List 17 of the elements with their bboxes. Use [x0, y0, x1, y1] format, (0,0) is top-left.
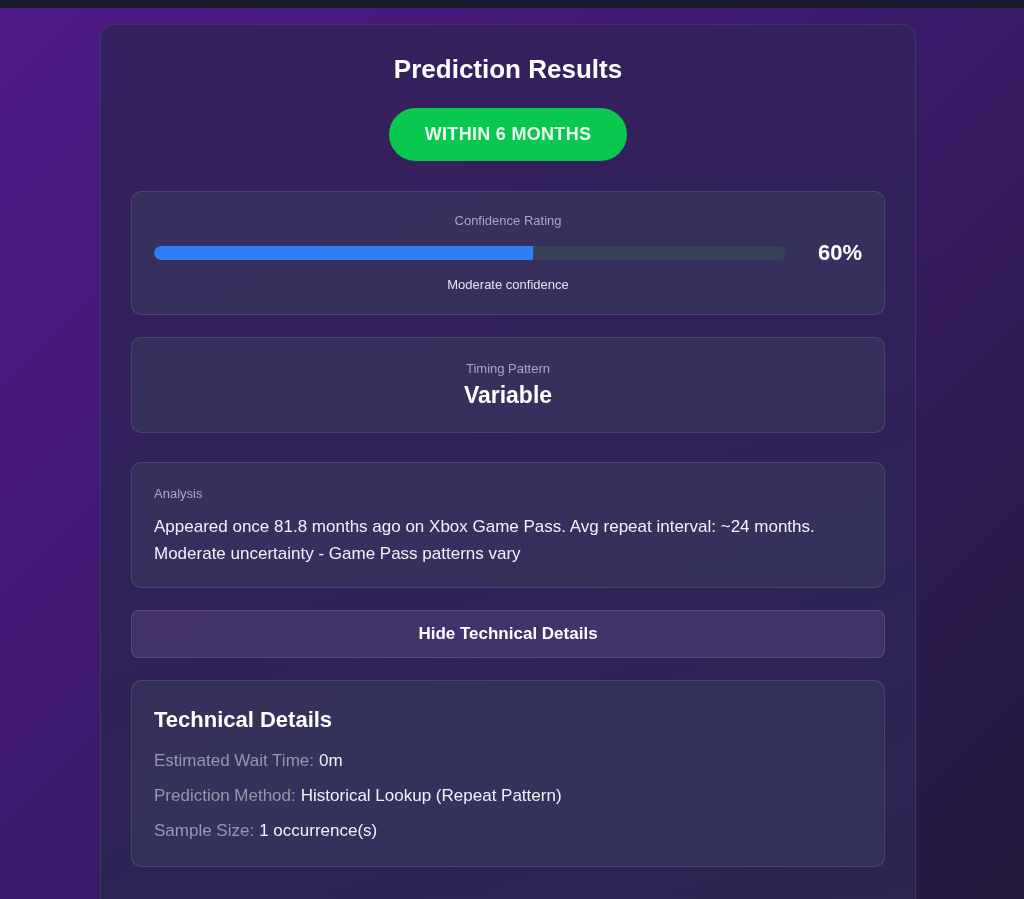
detail-label: Sample Size:	[154, 820, 255, 842]
prediction-badge: WITHIN 6 MONTHS	[389, 108, 627, 161]
results-title: Prediction Results	[393, 53, 623, 86]
hide-details-button[interactable]: Hide Technical Details	[131, 610, 885, 658]
technical-details-title: Technical Details	[154, 706, 333, 734]
confidence-caption: Moderate confidence	[447, 276, 569, 294]
detail-value: 1 occurrence(s)	[259, 820, 378, 842]
detail-value: Historical Lookup (Repeat Pattern)	[300, 785, 562, 807]
analysis-text: Appeared once 81.8 months ago on Xbox Game Pass. Avg repeat interval: ~24 months. Moderate uncertainty - Game Pass patterns vary	[154, 516, 816, 565]
timing-value: Variable	[463, 381, 553, 410]
analysis-label: Analysis	[154, 485, 203, 503]
detail-label: Estimated Wait Time:	[154, 750, 314, 772]
timing-label: Timing Pattern	[465, 360, 551, 378]
confidence-label: Confidence Rating	[454, 212, 562, 230]
confidence-percentage: 60%	[816, 240, 862, 266]
detail-value: 0m	[318, 750, 343, 772]
detail-label: Prediction Method:	[154, 785, 296, 807]
